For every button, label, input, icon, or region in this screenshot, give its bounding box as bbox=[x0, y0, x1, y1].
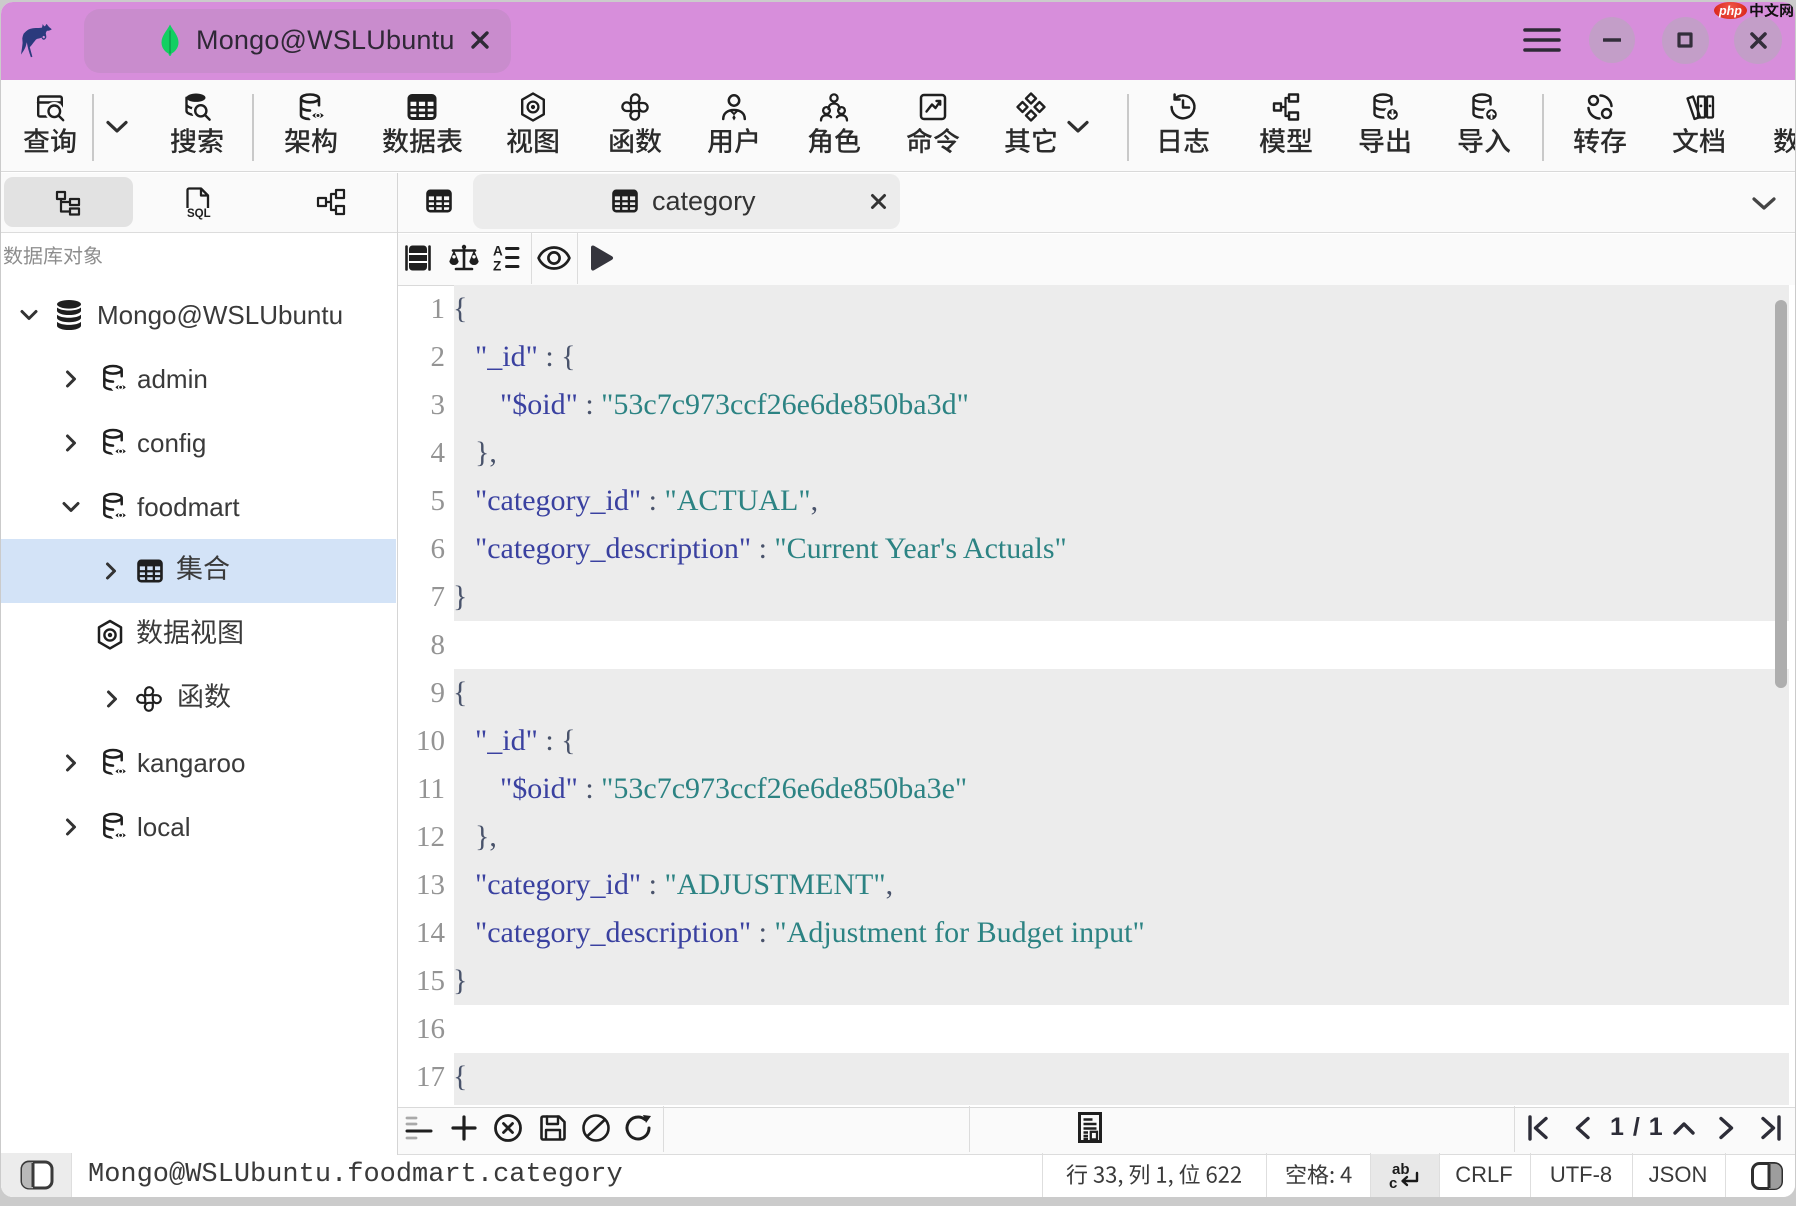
svg-text:c: c bbox=[1389, 1175, 1397, 1192]
svg-text:Z: Z bbox=[493, 259, 501, 274]
svg-text:A: A bbox=[493, 244, 503, 259]
